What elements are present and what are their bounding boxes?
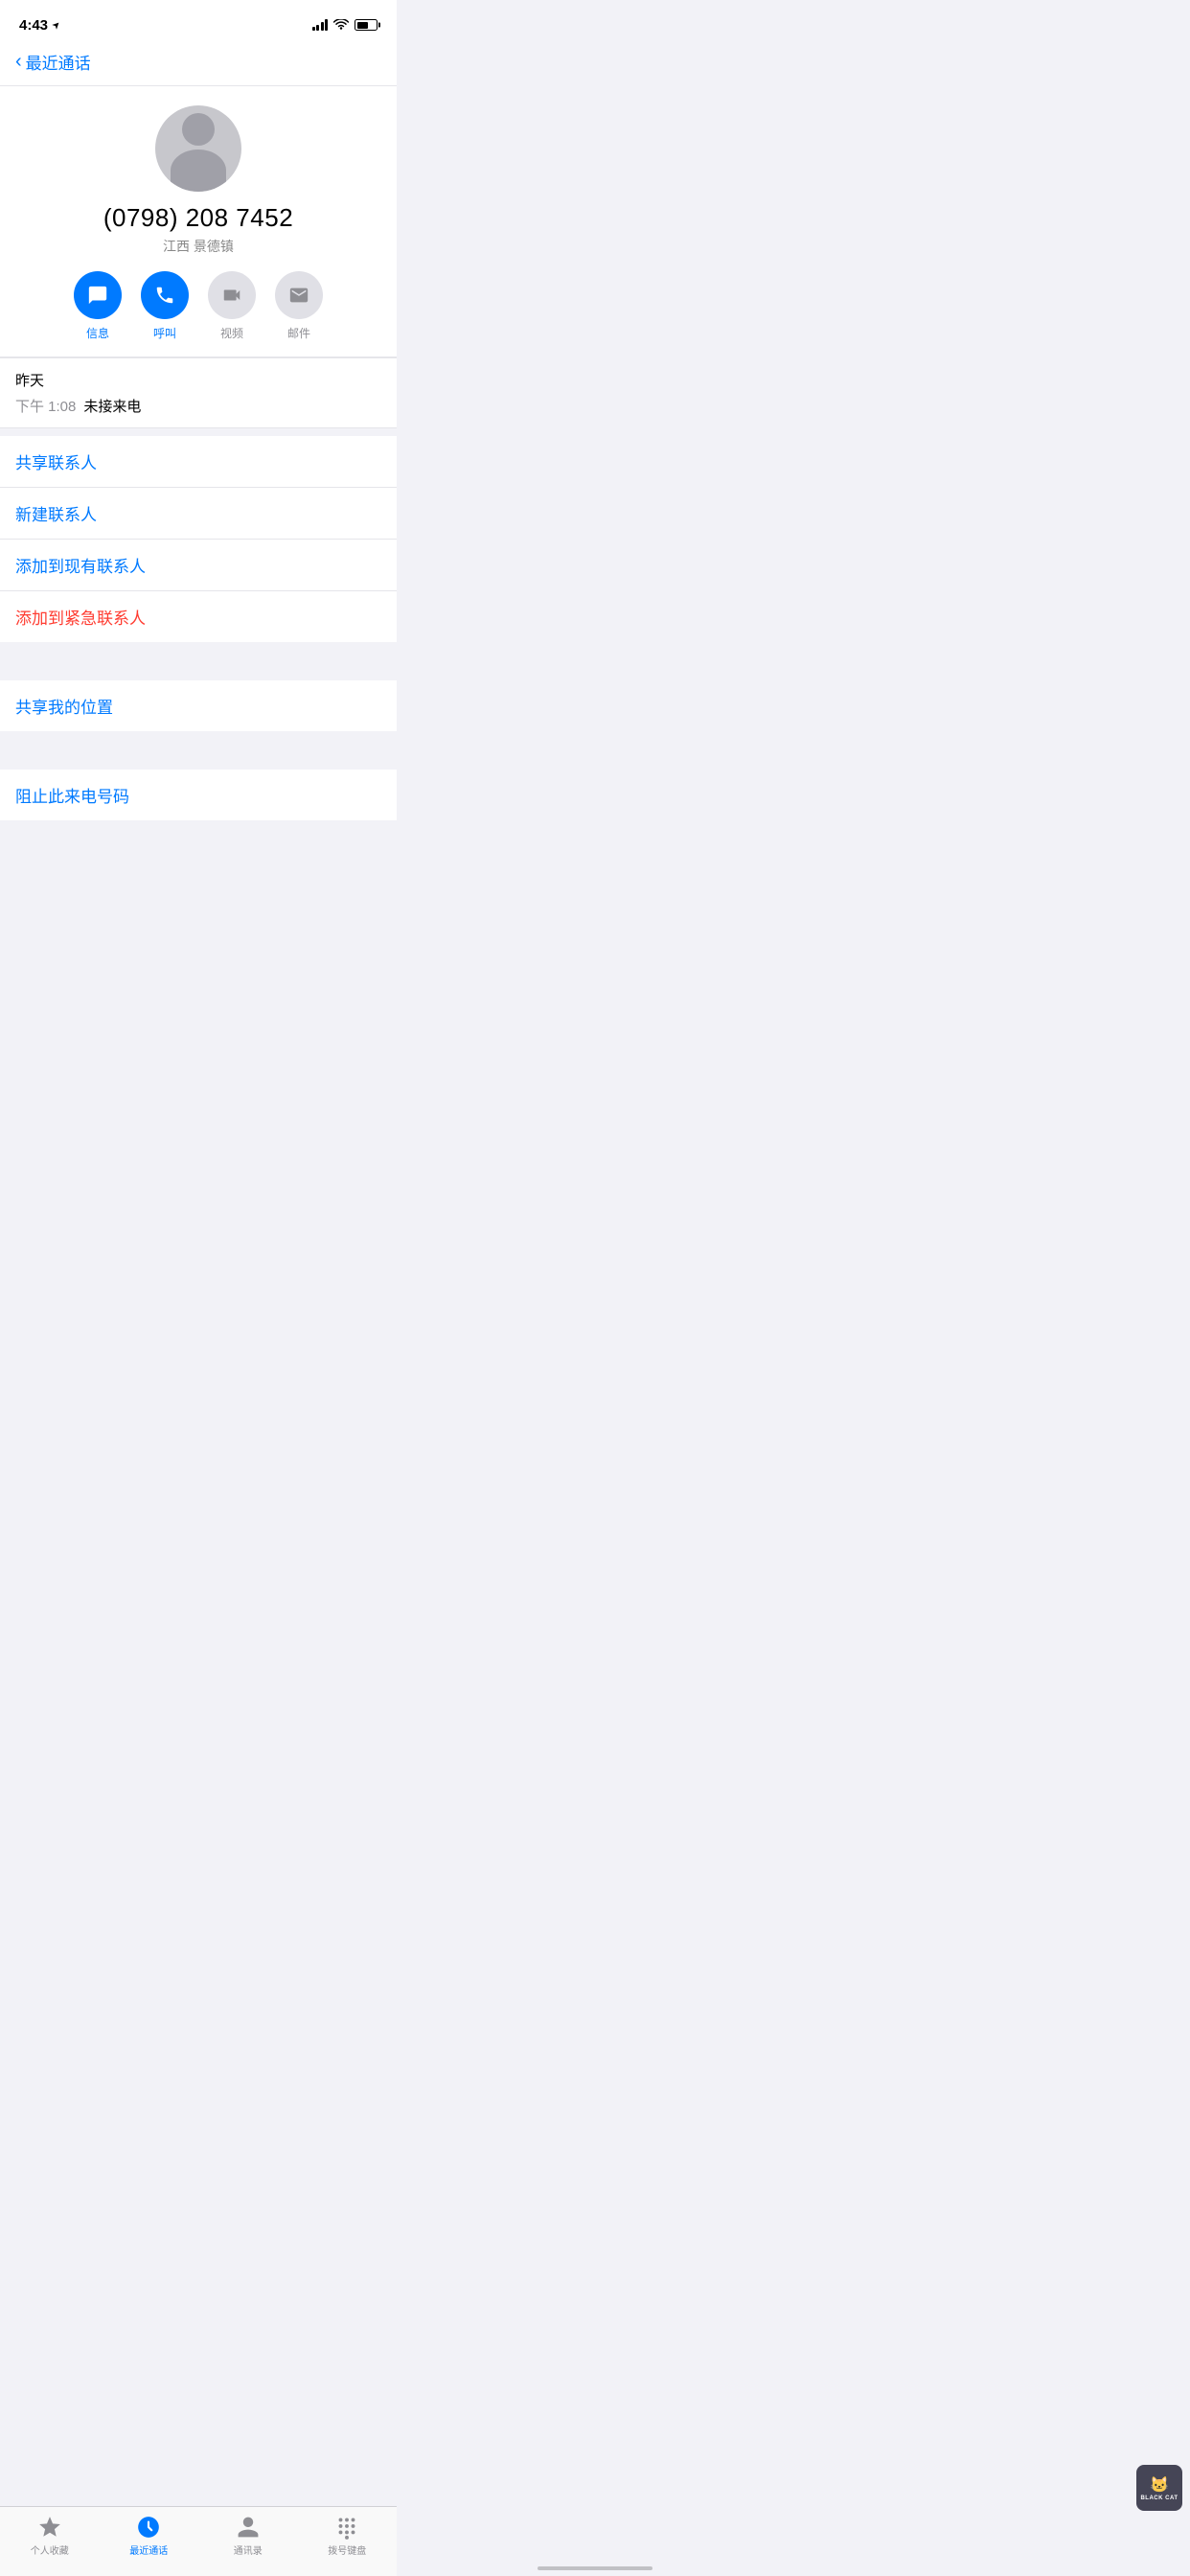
tab-contacts[interactable]: 通讯录 (219, 2515, 277, 2557)
tab-recents-label: 最近通话 (129, 2542, 168, 2557)
share-contact-button[interactable]: 共享联系人 (0, 436, 397, 488)
add-emergency-contact-button[interactable]: 添加到紧急联系人 (0, 591, 397, 642)
call-log-section: 昨天 下午 1:08 未接来电 (0, 357, 397, 428)
mail-btn-circle (275, 271, 323, 319)
new-contact-button[interactable]: 新建联系人 (0, 488, 397, 540)
avatar-head (182, 113, 215, 146)
status-bar: 4:43 (0, 0, 397, 42)
location-arrow-icon (52, 20, 61, 30)
status-icons (312, 19, 378, 31)
back-label: 最近通话 (26, 50, 91, 74)
phone-icon (154, 285, 175, 306)
tab-favorites-label: 个人收藏 (31, 2542, 69, 2557)
contact-number: (0798) 208 7452 (103, 203, 293, 233)
add-existing-contact-button[interactable]: 添加到现有联系人 (0, 540, 397, 591)
call-log-date: 昨天 (15, 370, 381, 390)
video-button[interactable]: 视频 (208, 271, 256, 341)
section-gap-2 (0, 731, 397, 762)
message-icon (87, 285, 108, 306)
call-label: 呼叫 (153, 325, 176, 341)
clock-icon (136, 2515, 161, 2540)
share-location-button[interactable]: 共享我的位置 (0, 680, 397, 731)
battery-icon (355, 19, 378, 31)
action-buttons-row: 信息 呼叫 视频 (19, 271, 378, 341)
avatar-body (171, 150, 226, 192)
star-icon (37, 2515, 62, 2540)
avatar (155, 105, 241, 192)
back-button[interactable]: ‹ 最近通话 (15, 50, 91, 74)
tab-bar: 个人收藏 最近通话 通讯录 (0, 2506, 397, 2576)
message-label: 信息 (86, 325, 109, 341)
section-gap-1 (0, 642, 397, 673)
bottom-gap (0, 820, 397, 836)
watermark: 🐱 BLACK CAT (1136, 2465, 1182, 2511)
tab-favorites[interactable]: 个人收藏 (21, 2515, 79, 2557)
tab-recents[interactable]: 最近通话 (120, 2515, 177, 2557)
back-chevron-icon: ‹ (15, 52, 22, 71)
message-btn-circle (74, 271, 122, 319)
video-icon (221, 285, 242, 306)
person-icon (236, 2515, 261, 2540)
signal-icon (312, 19, 329, 31)
message-button[interactable]: 信息 (74, 271, 122, 341)
tab-keypad-label: 拨号键盘 (328, 2542, 366, 2557)
block-number-button[interactable]: 阻止此来电号码 (0, 770, 397, 820)
tab-keypad[interactable]: 拨号键盘 (318, 2515, 376, 2557)
call-log-item: 下午 1:08 未接来电 (15, 396, 381, 416)
keypad-icon (334, 2515, 359, 2540)
watermark-text: BLACK CAT (1140, 2496, 1178, 2501)
status-time: 4:43 (19, 17, 61, 34)
contact-location: 江西 景德镇 (163, 237, 234, 256)
mail-label: 邮件 (287, 325, 310, 341)
time-display: 4:43 (19, 17, 48, 34)
mail-button[interactable]: 邮件 (275, 271, 323, 341)
call-log-time: 下午 1:08 (15, 396, 76, 416)
contact-section: (0798) 208 7452 江西 景德镇 信息 (0, 86, 397, 357)
tab-contacts-label: 通讯录 (234, 2542, 263, 2557)
video-label: 视频 (220, 325, 243, 341)
video-btn-circle (208, 271, 256, 319)
watermark-cat-icon: 🐱 (1150, 2475, 1169, 2495)
nav-bar: ‹ 最近通话 (0, 42, 397, 86)
call-log-type: 未接来电 (83, 396, 141, 416)
call-button[interactable]: 呼叫 (141, 271, 189, 341)
wifi-icon (333, 19, 349, 31)
home-indicator (538, 2566, 652, 2570)
call-btn-circle (141, 271, 189, 319)
contact-action-list: 共享联系人 新建联系人 添加到现有联系人 添加到紧急联系人 (0, 436, 397, 642)
block-number-section: 阻止此来电号码 (0, 770, 397, 820)
mail-icon (288, 285, 309, 306)
share-location-section: 共享我的位置 (0, 680, 397, 731)
watermark-bg: 🐱 BLACK CAT (1136, 2465, 1182, 2511)
